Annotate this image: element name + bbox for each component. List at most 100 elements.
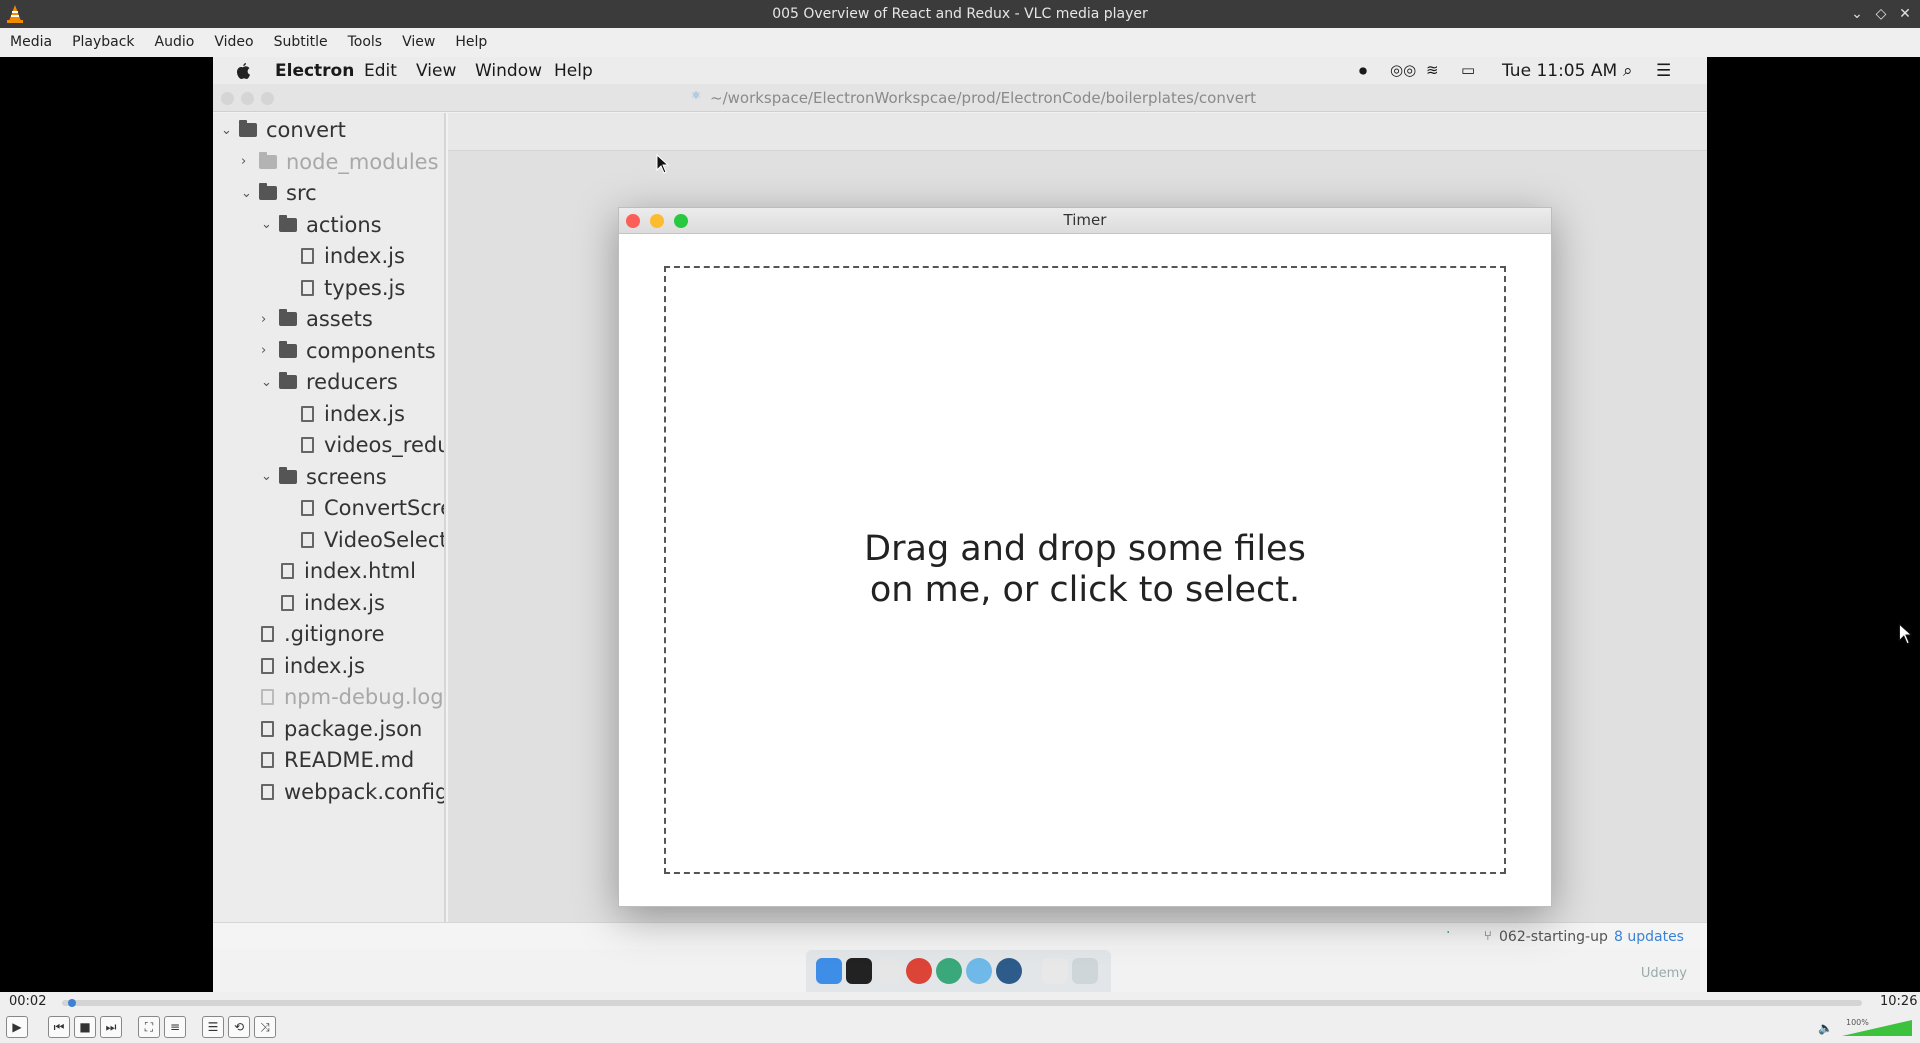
menu-playback[interactable]: Playback <box>62 28 144 57</box>
previous-icon[interactable]: ⏮ <box>48 1016 70 1038</box>
chevron-right-icon[interactable]: › <box>241 154 259 169</box>
maximize-icon[interactable]: ◇ <box>1872 4 1890 24</box>
tree-file[interactable]: types.js <box>301 273 405 303</box>
tree-folder[interactable]: › components <box>261 336 436 366</box>
close-icon[interactable] <box>626 214 640 228</box>
tree-folder[interactable]: ⌄ src <box>241 178 317 208</box>
safari-icon[interactable] <box>966 958 992 984</box>
tree-folder[interactable]: ⌄ convert <box>221 115 346 145</box>
next-icon[interactable]: ⏭ <box>100 1016 122 1038</box>
chrome-icon[interactable] <box>906 958 932 984</box>
close-icon[interactable] <box>221 92 234 105</box>
menu-media[interactable]: Media <box>0 28 62 57</box>
file-icon <box>261 657 274 674</box>
chevron-down-icon[interactable]: ⌄ <box>241 186 259 201</box>
tree-file[interactable]: VideoSelectScreen.js <box>301 525 444 555</box>
tree-file[interactable]: npm-debug.log <box>261 682 444 712</box>
fullscreen-icon[interactable]: ⛶ <box>138 1016 160 1038</box>
glasses-icon[interactable]: ◎◎ <box>1390 61 1416 79</box>
app-store-icon[interactable] <box>936 958 962 984</box>
battery-icon[interactable]: ▭ <box>1461 61 1475 79</box>
file-icon <box>281 594 294 611</box>
tree-item-label: components <box>306 338 436 363</box>
close-icon[interactable]: ✕ <box>1896 4 1914 24</box>
tree-file[interactable]: README.md <box>261 745 414 775</box>
chevron-down-icon[interactable]: ⌄ <box>261 217 279 232</box>
folder-icon <box>259 183 277 200</box>
loop-icon[interactable]: ⟲ <box>228 1016 250 1038</box>
updates-badge[interactable]: 8 updates <box>1614 929 1684 945</box>
menu-view[interactable]: View <box>416 61 456 81</box>
wifi-icon[interactable]: ≋ <box>1426 61 1439 79</box>
trash-icon[interactable] <box>1072 958 1098 984</box>
folder-icon <box>259 151 277 169</box>
tree-file[interactable]: index.js <box>261 651 365 681</box>
tree-file[interactable]: index.js <box>301 241 405 271</box>
chevron-down-icon[interactable]: ⌄ <box>221 123 239 138</box>
tree-folder[interactable]: › node_modules <box>241 147 439 177</box>
notification-center-icon[interactable]: ☰ <box>1656 61 1671 81</box>
file-icon <box>261 752 274 768</box>
tree-item-label: convert <box>266 118 346 142</box>
tree-file[interactable]: .gitignore <box>261 619 385 649</box>
tree-file[interactable]: webpack.config.js <box>261 777 444 807</box>
minimize-icon[interactable] <box>241 92 254 105</box>
minimize-icon[interactable]: ⌄ <box>1848 4 1866 24</box>
tree-file[interactable]: index.js <box>301 399 405 429</box>
downloads-icon[interactable] <box>1042 958 1068 984</box>
record-icon[interactable]: ⏺ <box>1359 61 1367 81</box>
tree-item-label: package.json <box>284 716 423 741</box>
tree-folder[interactable]: ⌄ actions <box>261 210 382 240</box>
menu-tools[interactable]: Tools <box>338 28 393 57</box>
timer-window-title: Timer <box>1063 211 1107 229</box>
seek-handle[interactable] <box>67 999 76 1007</box>
menu-audio[interactable]: Audio <box>145 28 205 57</box>
stop-icon[interactable]: ■ <box>74 1016 96 1038</box>
file-dropzone[interactable]: Drag and drop some files on me, or click… <box>664 266 1506 874</box>
tree-file[interactable]: package.json <box>261 714 422 744</box>
apple-icon <box>237 63 250 79</box>
tree-file[interactable]: videos_reducer.js <box>301 430 444 460</box>
tree-file[interactable]: index.html <box>281 556 416 586</box>
tree-folder[interactable]: ⌄ screens <box>261 462 387 492</box>
dropzone-line-2: on me, or click to select. <box>869 570 1301 610</box>
tree-item-label: index.js <box>324 401 405 426</box>
spotlight-icon[interactable]: ⌕ <box>1623 61 1633 81</box>
tree-item-label: index.js <box>304 590 385 615</box>
clock[interactable]: Tue 11:05 AM <box>1502 61 1617 81</box>
menu-view[interactable]: View <box>392 28 445 57</box>
menu-subtitle[interactable]: Subtitle <box>264 28 338 57</box>
tree-file[interactable]: ConvertScreen.js <box>301 493 444 523</box>
chevron-right-icon[interactable]: › <box>261 343 279 358</box>
chevron-right-icon[interactable]: › <box>261 312 279 327</box>
menu-help[interactable]: Help <box>445 28 497 57</box>
menu-help[interactable]: Help <box>554 61 593 81</box>
chevron-down-icon[interactable]: ⌄ <box>261 375 279 390</box>
terminal-icon[interactable] <box>846 958 872 984</box>
maximize-icon[interactable] <box>674 214 688 228</box>
mac-menubar: Electron Edit View Window Help ⏺ ◎◎ ≋ ▭ … <box>213 57 1707 84</box>
chevron-down-icon[interactable]: ⌄ <box>261 469 279 484</box>
menu-edit[interactable]: Edit <box>364 61 397 81</box>
maximize-icon[interactable] <box>261 92 274 105</box>
folder-icon <box>279 214 297 232</box>
tree-file[interactable]: index.js <box>281 588 385 618</box>
tree-folder[interactable]: › assets <box>261 304 373 334</box>
finder-icon[interactable] <box>816 958 842 984</box>
menu-window[interactable]: Window <box>475 61 542 81</box>
play-icon[interactable]: ▶ <box>6 1016 28 1038</box>
tree-folder[interactable]: ⌄ reducers <box>261 367 398 397</box>
emoji-icon[interactable] <box>876 958 902 984</box>
minimize-icon[interactable] <box>650 214 664 228</box>
menu-electron[interactable]: Electron <box>275 61 354 81</box>
shuffle-icon[interactable]: ⤨ <box>254 1016 276 1038</box>
quicktime-icon[interactable] <box>996 958 1022 984</box>
menu-video[interactable]: Video <box>204 28 263 57</box>
git-branch[interactable]: 062-starting-up <box>1499 929 1608 945</box>
seek-slider[interactable] <box>62 999 1862 1007</box>
mouse-cursor-icon <box>656 154 670 174</box>
speaker-icon[interactable]: 🔈 <box>1818 1021 1833 1035</box>
playlist-icon[interactable]: ☰ <box>202 1016 224 1038</box>
volume-slider[interactable] <box>1842 1020 1912 1036</box>
extended-settings-icon[interactable]: ≡ <box>164 1016 186 1038</box>
